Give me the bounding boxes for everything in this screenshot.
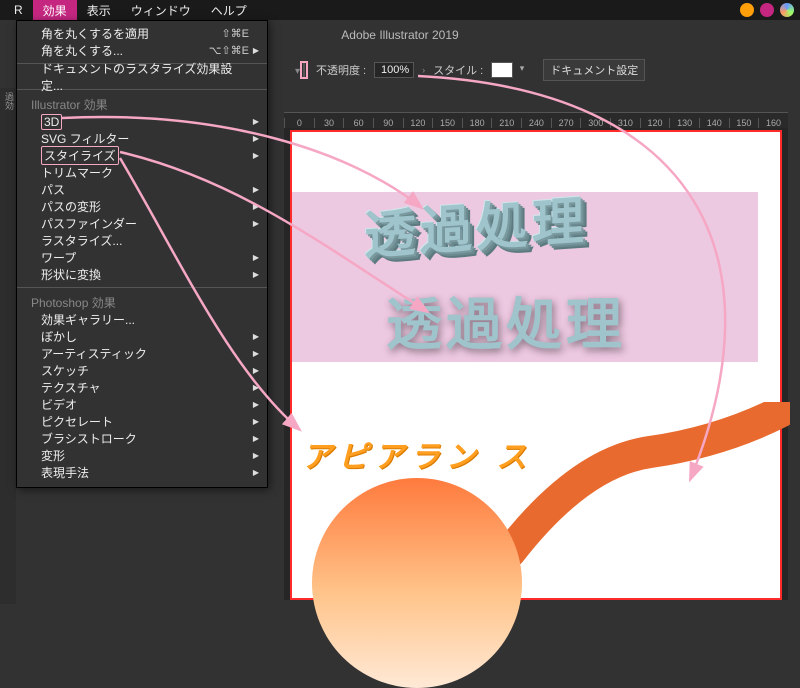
- menu-item-label: 3D: [41, 114, 62, 130]
- cc-icon[interactable]: [760, 3, 774, 17]
- menu-apply-round-corners[interactable]: 角を丸くするを適用 ⇧⌘E: [17, 25, 267, 42]
- menu-item-label: スケッチ: [41, 362, 89, 379]
- menu-item-label: 表現手法: [41, 464, 89, 481]
- menu-warp[interactable]: ワープ: [17, 249, 267, 266]
- menu-view[interactable]: 表示: [77, 0, 121, 21]
- text-shadow-sample[interactable]: 透過処理: [386, 280, 626, 361]
- menu-distort[interactable]: 変形: [17, 447, 267, 464]
- menu-distort-transform[interactable]: パスの変形: [17, 198, 267, 215]
- menu-trim-marks[interactable]: トリムマーク: [17, 164, 267, 181]
- menu-path[interactable]: パス: [17, 181, 267, 198]
- brush-preset-dropdown[interactable]: [303, 63, 305, 77]
- opacity-label: 不透明度 :: [316, 62, 366, 78]
- horizontal-ruler: 0306090120150180210240270300310120130140…: [284, 112, 788, 128]
- menu-blur[interactable]: ぼかし: [17, 328, 267, 345]
- ruler-tick: 60: [343, 118, 373, 128]
- ruler-tick: 120: [403, 118, 433, 128]
- menu-stylize[interactable]: スタイライズ: [17, 147, 267, 164]
- menu-brush-strokes[interactable]: ブラシストローク: [17, 430, 267, 447]
- menu-pathfinder[interactable]: パスファインダー: [17, 215, 267, 232]
- menu-sketch[interactable]: スケッチ: [17, 362, 267, 379]
- menu-svg-filter[interactable]: SVG フィルター: [17, 130, 267, 147]
- menu-item-label: アーティスティック: [41, 345, 147, 362]
- menu-item-label: トリムマーク: [41, 164, 113, 181]
- menu-effect[interactable]: 効果: [33, 0, 77, 21]
- ruler-tick: 130: [669, 118, 699, 128]
- artboard[interactable]: 透過処理 透過処理 アピアラン ス: [290, 130, 782, 600]
- ruler-tick: 180: [462, 118, 492, 128]
- ruler-tick: 120: [640, 118, 670, 128]
- text-3d-sample[interactable]: 透過処理: [364, 178, 588, 269]
- menu-item-label: パスファインダー: [41, 215, 137, 232]
- menu-item-label: パスの変形: [41, 198, 101, 215]
- menu-effect-gallery[interactable]: 効果ギャラリー...: [17, 311, 267, 328]
- menu-doc-raster-settings[interactable]: ドキュメントのラスタライズ効果設定...: [17, 68, 267, 85]
- menu-item-label: 効果ギャラリー...: [41, 311, 135, 328]
- section-photoshop-effects: Photoshop 効果: [17, 292, 267, 311]
- menu-3d[interactable]: 3D: [17, 113, 267, 130]
- effect-dropdown: 角を丸くするを適用 ⇧⌘E 角を丸くする... ⌥⇧⌘E ドキュメントのラスタラ…: [16, 20, 268, 488]
- menu-item-label: SVG フィルター: [41, 130, 129, 147]
- menu-help[interactable]: ヘルプ: [201, 0, 257, 21]
- menu-texture[interactable]: テクスチャ: [17, 379, 267, 396]
- brush-preset-highlight: [300, 61, 308, 79]
- menu-video[interactable]: ビデオ: [17, 396, 267, 413]
- menu-item-label: 角を丸くする...: [41, 42, 123, 59]
- menu-item-label: 形状に変換: [41, 266, 101, 283]
- ruler-tick: 0: [284, 118, 314, 128]
- menu-item-label: 変形: [41, 447, 65, 464]
- shortcut-label: ⌥⇧⌘E: [209, 44, 249, 57]
- menu-convert-to-shape[interactable]: 形状に変換: [17, 266, 267, 283]
- document-setup-button[interactable]: ドキュメント設定: [543, 59, 645, 81]
- ruler-tick: 210: [491, 118, 521, 128]
- menu-artistic[interactable]: アーティスティック: [17, 345, 267, 362]
- menubar-status-icons: [740, 0, 794, 20]
- ruler-tick: 30: [314, 118, 344, 128]
- ruler-tick: 90: [373, 118, 403, 128]
- ruler-tick: 140: [699, 118, 729, 128]
- sync-icon[interactable]: [780, 3, 794, 17]
- opacity-field[interactable]: 100%: [374, 62, 414, 78]
- menu-window[interactable]: ウィンドウ: [121, 0, 201, 21]
- brush-stroke-art[interactable]: [500, 402, 790, 572]
- opacity-stepper[interactable]: ›: [422, 65, 425, 75]
- menu-item-label: ぼかし: [41, 328, 77, 345]
- menu-item-label: ブラシストローク: [41, 430, 137, 447]
- ruler-tick: 150: [432, 118, 462, 128]
- menu-item-label: ワープ: [41, 249, 76, 266]
- section-illustrator-effects: Illustrator 効果: [17, 94, 267, 113]
- menu-pixelate[interactable]: ピクセレート: [17, 413, 267, 430]
- menu-item-label: ビデオ: [41, 396, 77, 413]
- menu-item-label: テクスチャ: [41, 379, 101, 396]
- canvas-area[interactable]: 透過処理 透過処理 アピアラン ス: [284, 128, 788, 600]
- menu-r[interactable]: R: [4, 1, 33, 19]
- menu-item-label: ピクセレート: [41, 413, 113, 430]
- ruler-tick: 240: [521, 118, 551, 128]
- separator: [17, 287, 267, 288]
- ruler-tick: 160: [758, 118, 788, 128]
- shortcut-label: ⇧⌘E: [221, 27, 249, 40]
- options-bar: 不透明度 : 100% › スタイル : ドキュメント設定: [300, 56, 800, 84]
- menu-round-corners[interactable]: 角を丸くする... ⌥⇧⌘E: [17, 42, 267, 59]
- menu-stylize-ps[interactable]: 表現手法: [17, 464, 267, 481]
- ruler-tick: 150: [729, 118, 759, 128]
- style-dropdown[interactable]: [491, 62, 513, 78]
- ruler-tick: 310: [610, 118, 640, 128]
- ruler-tick: 300: [580, 118, 610, 128]
- style-label: スタイル :: [433, 62, 483, 78]
- menubar: R 効果 表示 ウィンドウ ヘルプ: [0, 0, 800, 20]
- menu-item-label: パス: [41, 181, 65, 198]
- status-icon: [740, 3, 754, 17]
- appearance-text[interactable]: アピアラン ス: [302, 432, 532, 476]
- menu-rasterize[interactable]: ラスタライズ...: [17, 232, 267, 249]
- menu-item-label: 角を丸くするを適用: [41, 25, 149, 42]
- left-panel-strip: 過効: [0, 88, 16, 604]
- menu-item-label: ラスタライズ...: [41, 232, 122, 249]
- menu-item-label: スタイライズ: [41, 146, 119, 165]
- ruler-tick: 270: [551, 118, 581, 128]
- menu-item-label: ドキュメントのラスタライズ効果設定...: [41, 60, 249, 94]
- gradient-circle[interactable]: [312, 478, 522, 688]
